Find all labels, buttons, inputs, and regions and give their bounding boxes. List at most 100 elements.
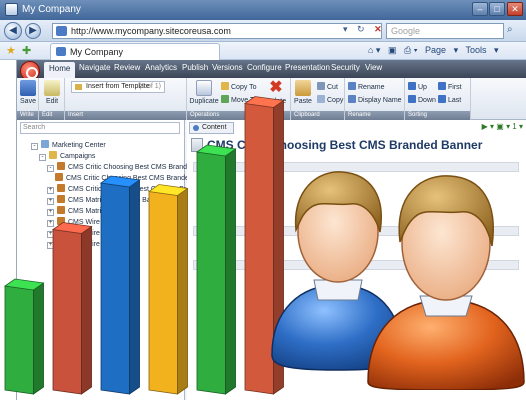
search-icon[interactable]: ⌕ — [507, 24, 513, 35]
save-button[interactable]: Save — [15, 80, 41, 105]
tree-item-icon — [57, 217, 65, 225]
display-name-button[interactable]: Display Name — [348, 95, 402, 104]
group-label-clipboard: Clipboard — [291, 111, 344, 120]
last-icon — [438, 95, 446, 103]
collapse-icon[interactable]: - — [39, 154, 46, 161]
expand-icon[interactable]: + — [47, 198, 54, 205]
copy-button[interactable]: Copy — [317, 95, 343, 104]
page-menu-chevron-icon: ▾ — [453, 45, 459, 55]
close-button[interactable]: ✕ — [507, 2, 523, 16]
insert-from-template-button[interactable]: Insert from Template (1 of 1) — [71, 81, 165, 93]
address-bar[interactable]: http://www.mycompany.sitecoreusa.com — [52, 23, 382, 39]
edit-button[interactable]: Edit — [39, 80, 65, 105]
ribbon-group-write: Save Write — [17, 78, 39, 120]
stop-icon[interactable]: ✕ — [374, 24, 382, 34]
ribbon-group-clipboard: Paste Cut Copy Clipboard — [291, 78, 345, 120]
tree-item-label: CMS Wire — [68, 230, 100, 237]
page-menu[interactable]: Page — [425, 45, 446, 55]
tree-item[interactable]: - Marketing Center — [31, 140, 106, 150]
tree-item-icon — [49, 151, 57, 159]
favorites-bar: ★ ✚ My Company ⌂ ▾ ▣ ⎙ ▾ Page ▾ Tools ▾ — [0, 42, 526, 60]
tab-view[interactable]: View — [365, 63, 382, 72]
move-to-button[interactable]: Move To — [221, 95, 257, 104]
dropdown-icon[interactable]: ▾ — [343, 24, 348, 34]
delete-button[interactable]: ✖ Delete — [263, 80, 289, 106]
tree-item[interactable]: - Campaigns — [39, 151, 95, 161]
refresh-icon[interactable]: ↻ — [357, 24, 365, 34]
down-button[interactable]: Down — [408, 95, 436, 104]
tree-item[interactable]: + CMS Critic Choosing Best CMS No Brand — [47, 184, 198, 194]
tree-item[interactable]: + CMS Wire — [47, 217, 100, 227]
cut-icon — [317, 82, 325, 90]
ribbon-group-operations: Duplicate Copy To Move To ✖ Delete Opera… — [187, 78, 291, 120]
ribbon-tabs: Home Navigate Review Analytics Publish V… — [17, 60, 526, 81]
collapse-icon[interactable]: - — [31, 143, 38, 150]
tree-item[interactable]: + CMS Matrix Static Web Banner — [47, 195, 165, 205]
tab-home[interactable]: Home — [44, 62, 76, 78]
expand-icon[interactable]: + — [47, 209, 54, 216]
copy-to-button[interactable]: Copy To — [221, 82, 257, 91]
tab-security[interactable]: Security — [331, 63, 360, 72]
tab-navigate[interactable]: Navigate — [79, 63, 111, 72]
title-bar: My Company – □ ✕ — [0, 0, 526, 20]
tree-item-icon — [57, 228, 65, 236]
lock-icon — [22, 313, 28, 321]
tree-item[interactable]: + CMS Wire — [47, 228, 100, 238]
last-button[interactable]: Last — [438, 95, 461, 104]
tree-item[interactable]: - CMS Critic Choosing Best CMS Branded B — [47, 162, 201, 172]
add-favorite-icon[interactable]: ✚ — [22, 44, 31, 57]
tree-item-icon — [57, 195, 65, 203]
tab-versions[interactable]: Versions — [212, 63, 243, 72]
tree-item-label: CMS Matrix — [68, 208, 105, 215]
tree-item-label: CMS Critic Choosing Best CMS Branded B — [68, 164, 202, 171]
tree-item[interactable]: + CMS Wire — [47, 239, 100, 249]
first-button[interactable]: First — [438, 82, 462, 91]
expand-icon[interactable]: + — [47, 231, 54, 238]
rename-button[interactable]: Rename — [348, 82, 384, 91]
command-bar: ⌂ ▾ ▣ ⎙ ▾ Page ▾ Tools ▾ — [368, 45, 504, 56]
back-button[interactable]: ◀ — [4, 22, 22, 40]
content-tree: Search - Marketing Center - Campaigns - CMS C… — [17, 120, 201, 400]
feeds-icon[interactable]: ▣ — [388, 45, 397, 55]
window-title: My Company — [22, 4, 81, 15]
expand-icon[interactable]: + — [47, 187, 54, 194]
cut-button[interactable]: Cut — [317, 82, 338, 91]
tab-analytics[interactable]: Analytics — [145, 63, 177, 72]
forward-button[interactable]: ▶ — [25, 23, 41, 39]
tree-item[interactable]: CMS Critic Choosing Best CMS Brande — [55, 173, 189, 182]
tree-item-label: CMS Critic Choosing Best CMS No Brand — [68, 186, 198, 193]
ribbon-group-sorting: Up Down First Last Sorting — [405, 78, 471, 120]
tree-item-icon — [57, 162, 65, 170]
tab-review[interactable]: Review — [114, 63, 140, 72]
collapse-icon[interactable]: - — [47, 165, 54, 172]
tree-item-label: CMS Wire — [68, 219, 100, 226]
tree-item-icon — [41, 140, 49, 148]
favorites-star-icon[interactable]: ★ — [6, 44, 16, 57]
expand-icon[interactable]: + — [47, 242, 54, 249]
paste-icon — [295, 80, 311, 96]
copy-to-icon — [221, 82, 229, 90]
editor-tools[interactable]: ▶ ▾ ▣ ▾ 1 ▾ — [482, 122, 523, 131]
duplicate-button[interactable]: Duplicate — [189, 80, 219, 105]
up-button[interactable]: Up — [408, 82, 427, 91]
browser-tab[interactable]: My Company — [50, 43, 220, 60]
tab-publish[interactable]: Publish — [182, 63, 208, 72]
tab-title: My Company — [70, 47, 124, 57]
display-name-icon — [348, 95, 356, 103]
tab-configure[interactable]: Configure — [247, 63, 282, 72]
ribbon-group-rename: Rename Display Name Rename — [345, 78, 405, 120]
search-input[interactable]: Google — [386, 23, 504, 39]
address-url[interactable]: http://www.mycompany.sitecoreusa.com — [71, 26, 231, 36]
paste-button[interactable]: Paste — [291, 80, 315, 105]
copy-icon — [317, 95, 325, 103]
print-icon[interactable]: ⎙ ▾ — [404, 45, 417, 55]
tree-item[interactable]: + CMS Matrix — [47, 206, 105, 216]
minimize-button[interactable]: – — [472, 2, 488, 16]
tree-search-input[interactable]: Search — [20, 122, 180, 134]
tools-menu[interactable]: Tools — [465, 45, 486, 55]
home-icon[interactable]: ⌂ ▾ — [368, 45, 380, 55]
tab-presentation[interactable]: Presentation — [285, 63, 330, 72]
content-tab[interactable]: Content — [189, 122, 234, 134]
maximize-button[interactable]: □ — [489, 2, 505, 16]
expand-icon[interactable]: + — [47, 220, 54, 227]
